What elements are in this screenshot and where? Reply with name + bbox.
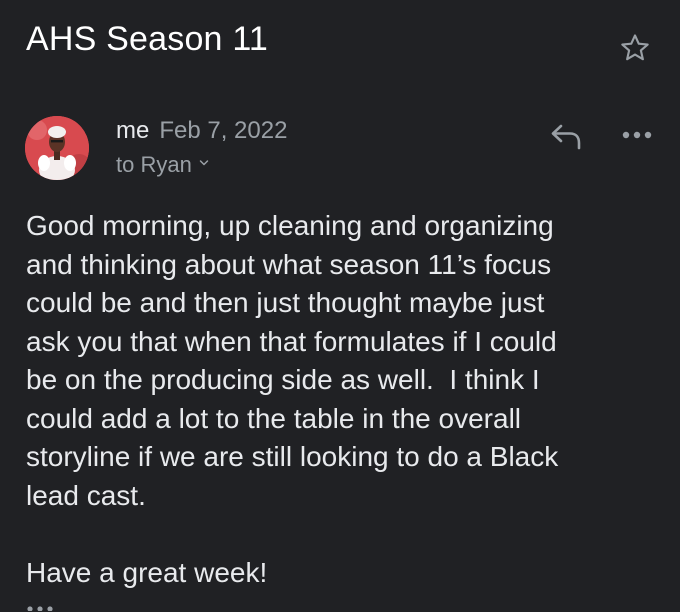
body-line: storyline if we are still looking to do … <box>26 441 559 472</box>
body-line: could be and then just thought maybe jus… <box>26 287 545 318</box>
body-line: could add a lot to the table in the over… <box>26 402 522 434</box>
body-line: Good morning, up cleaning and organizing <box>26 210 554 241</box>
recipient-label: to Ryan <box>116 152 192 177</box>
email-subject: AHS Season 11 <box>26 20 269 58</box>
more-options-icon[interactable] <box>622 128 652 142</box>
avatar[interactable] <box>25 116 89 180</box>
sent-date: Feb 7, 2022 <box>159 117 288 144</box>
body-line: ask you that when that formulates if I c… <box>26 325 557 357</box>
sender-name[interactable]: me <box>116 117 149 144</box>
sender-line: me Feb 7, 2022 <box>116 117 287 145</box>
email-body: Good morning, up cleaning and organizing… <box>26 207 666 592</box>
body-line: and thinking about what season 11’s focu… <box>26 248 552 280</box>
reply-icon[interactable] <box>549 121 583 151</box>
show-trimmed-content-icon[interactable] <box>26 603 54 611</box>
avatar-image <box>25 116 89 180</box>
recipient-toggle[interactable]: to Ryan <box>116 152 210 178</box>
body-line: be on the producing side as well. I thin… <box>26 364 540 395</box>
star-icon[interactable] <box>619 32 651 64</box>
chevron-down-icon <box>199 160 209 166</box>
body-line: lead cast. <box>26 479 146 511</box>
body-closing: Have a great week! <box>26 556 268 588</box>
